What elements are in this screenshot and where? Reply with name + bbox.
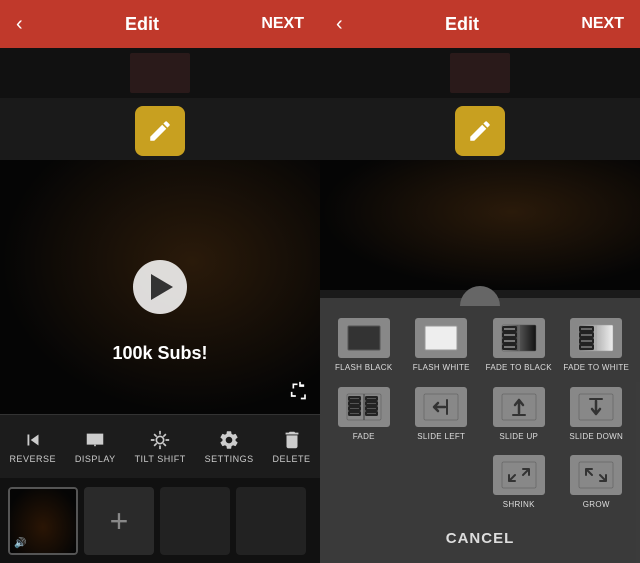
timeline-add-button[interactable]: + — [84, 487, 154, 555]
fade-to-white-label: FADE TO WHITE — [563, 363, 629, 373]
toolbar-item-reverse[interactable]: REVERSE — [9, 429, 56, 464]
add-icon: + — [110, 505, 129, 537]
fade-icon-box — [338, 387, 390, 427]
shrink-label: SHRINK — [503, 500, 535, 510]
slide-left-icon — [423, 393, 459, 421]
slide-left-icon-box — [415, 387, 467, 427]
delete-icon — [281, 429, 303, 451]
flash-white-label: FLASH WHITE — [413, 363, 470, 373]
flash-black-icon-box — [338, 318, 390, 358]
grow-icon — [578, 461, 614, 489]
right-pencil-icon — [467, 118, 493, 144]
toolbar-item-delete[interactable]: DELETE — [273, 429, 311, 464]
transition-row-2: FADE SLIDE LEFT — [328, 383, 632, 446]
fade-to-white-icon — [578, 324, 614, 352]
right-video-background — [320, 160, 640, 290]
slide-up-icon — [501, 393, 537, 421]
fade-to-white-icon-box — [570, 318, 622, 358]
transition-slide-up[interactable]: SLIDE UP — [483, 383, 555, 446]
flash-black-label: FLASH BLACK — [335, 363, 393, 373]
left-header-title: Edit — [125, 14, 159, 35]
transition-row-1: FLASH BLACK FLASH WHITE — [328, 314, 632, 377]
slide-left-label: SLIDE LEFT — [417, 432, 465, 442]
expand-icon[interactable] — [290, 381, 310, 406]
transition-empty-2 — [406, 451, 478, 514]
right-filmstrip-thumbnail — [450, 53, 510, 93]
right-back-button[interactable]: ‹ — [336, 13, 343, 36]
timeline-thumbnail[interactable]: 🔊 — [8, 487, 78, 555]
slide-down-icon-box — [570, 387, 622, 427]
tilt-shift-label: TILT SHIFT — [135, 454, 186, 464]
flash-white-icon-box — [415, 318, 467, 358]
reverse-label: REVERSE — [9, 454, 56, 464]
transition-grow[interactable]: GROW — [561, 451, 633, 514]
settings-label: SETTINGS — [205, 454, 254, 464]
pencil-icon — [147, 118, 173, 144]
slide-up-label: SLIDE UP — [499, 432, 538, 442]
slide-down-label: SLIDE DOWN — [569, 432, 623, 442]
left-toolbar: REVERSE DISPLAY TILT SHIFT SETTINGS — [0, 414, 320, 478]
transition-fade[interactable]: FADE — [328, 383, 400, 446]
toolbar-item-settings[interactable]: SETTINGS — [205, 429, 254, 464]
transition-picker: FLASH BLACK FLASH WHITE — [320, 298, 640, 563]
tilt-shift-icon — [149, 429, 171, 451]
fade-icon — [346, 393, 382, 421]
timeline-empty-slot-2 — [236, 487, 306, 555]
left-video-preview: 100k Subs! — [0, 160, 320, 414]
fade-to-black-label: FADE TO BLACK — [486, 363, 552, 373]
delete-label: DELETE — [273, 454, 311, 464]
left-header: ‹ Edit NEXT — [0, 0, 320, 48]
transition-flash-white[interactable]: FLASH WHITE — [406, 314, 478, 377]
right-video-preview — [320, 160, 640, 290]
grow-icon-box — [570, 455, 622, 495]
right-header: ‹ Edit NEXT — [320, 0, 640, 48]
transition-slide-down[interactable]: SLIDE DOWN — [561, 383, 633, 446]
left-filmstrip — [0, 48, 320, 98]
slide-down-icon — [578, 393, 614, 421]
play-button[interactable] — [133, 260, 187, 314]
video-title: 100k Subs! — [112, 343, 207, 364]
fade-label: FADE — [353, 432, 375, 442]
flash-black-icon — [346, 324, 382, 352]
grow-label: GROW — [583, 500, 610, 510]
transition-empty-1 — [328, 451, 400, 514]
left-next-button[interactable]: NEXT — [261, 15, 304, 33]
filmstrip-thumbnail — [130, 53, 190, 93]
right-header-title: Edit — [445, 14, 479, 35]
right-edit-icon-button[interactable] — [455, 106, 505, 156]
toolbar-item-tilt-shift[interactable]: TILT SHIFT — [135, 429, 186, 464]
settings-icon — [218, 429, 240, 451]
left-back-button[interactable]: ‹ — [16, 13, 23, 36]
right-panel: ‹ Edit NEXT FLASH BLACK — [320, 0, 640, 563]
shrink-icon-box — [493, 455, 545, 495]
transition-fade-to-black[interactable]: FADE TO BLACK — [483, 314, 555, 377]
fade-to-black-icon-box — [493, 318, 545, 358]
volume-icon: 🔊 — [14, 538, 26, 549]
timeline-empty-slot-1 — [160, 487, 230, 555]
fade-to-black-icon — [501, 324, 537, 352]
right-edit-icon-area — [320, 98, 640, 160]
display-label: DISPLAY — [75, 454, 116, 464]
transition-row-3: SHRINK GROW — [328, 451, 632, 514]
shrink-icon — [501, 461, 537, 489]
toolbar-item-display[interactable]: DISPLAY — [75, 429, 116, 464]
transition-fade-to-white[interactable]: FADE TO WHITE — [561, 314, 633, 377]
left-timeline: 🔊 + — [0, 478, 320, 563]
transition-slide-left[interactable]: SLIDE LEFT — [406, 383, 478, 446]
flash-white-icon — [423, 324, 459, 352]
left-edit-icon-area — [0, 98, 320, 160]
slide-up-icon-box — [493, 387, 545, 427]
right-next-button[interactable]: NEXT — [581, 15, 624, 33]
cancel-button[interactable]: CANCEL — [328, 522, 632, 555]
right-filmstrip — [320, 48, 640, 98]
reverse-icon — [22, 429, 44, 451]
transition-flash-black[interactable]: FLASH BLACK — [328, 314, 400, 377]
transition-shrink[interactable]: SHRINK — [483, 451, 555, 514]
left-edit-icon-button[interactable] — [135, 106, 185, 156]
display-icon — [84, 429, 106, 451]
left-panel: ‹ Edit NEXT 100k Subs! REVERSE — [0, 0, 320, 563]
